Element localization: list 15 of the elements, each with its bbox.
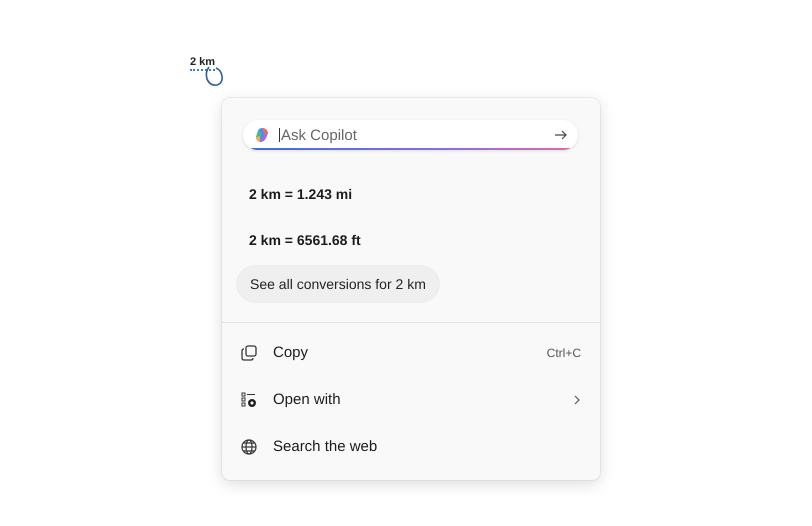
input-field[interactable]: Ask Copilot	[280, 125, 554, 145]
menu-item[interactable]: Open with	[273, 391, 558, 408]
conversion-result: 2 km = 6561.68 ft	[249, 232, 362, 248]
copy-icon	[240, 344, 258, 362]
apps-icon	[240, 390, 258, 408]
conversion-result: 2 km = 1.243 mi	[249, 186, 354, 202]
menu-item[interactable]: Search the web	[273, 438, 581, 455]
selected-text: 2 km	[190, 56, 216, 71]
copilot-field[interactable]: Ask Copilot	[243, 120, 578, 150]
see-all-conversions-button[interactable]: See all conversions for 2 km	[237, 266, 439, 302]
menu-item[interactable]: Copy	[273, 344, 532, 361]
globe-icon	[240, 438, 258, 456]
shortcut-label: Ctrl+C	[546, 346, 581, 360]
copilot-logo-icon	[253, 126, 271, 144]
arrow-right-icon[interactable]	[554, 128, 568, 142]
